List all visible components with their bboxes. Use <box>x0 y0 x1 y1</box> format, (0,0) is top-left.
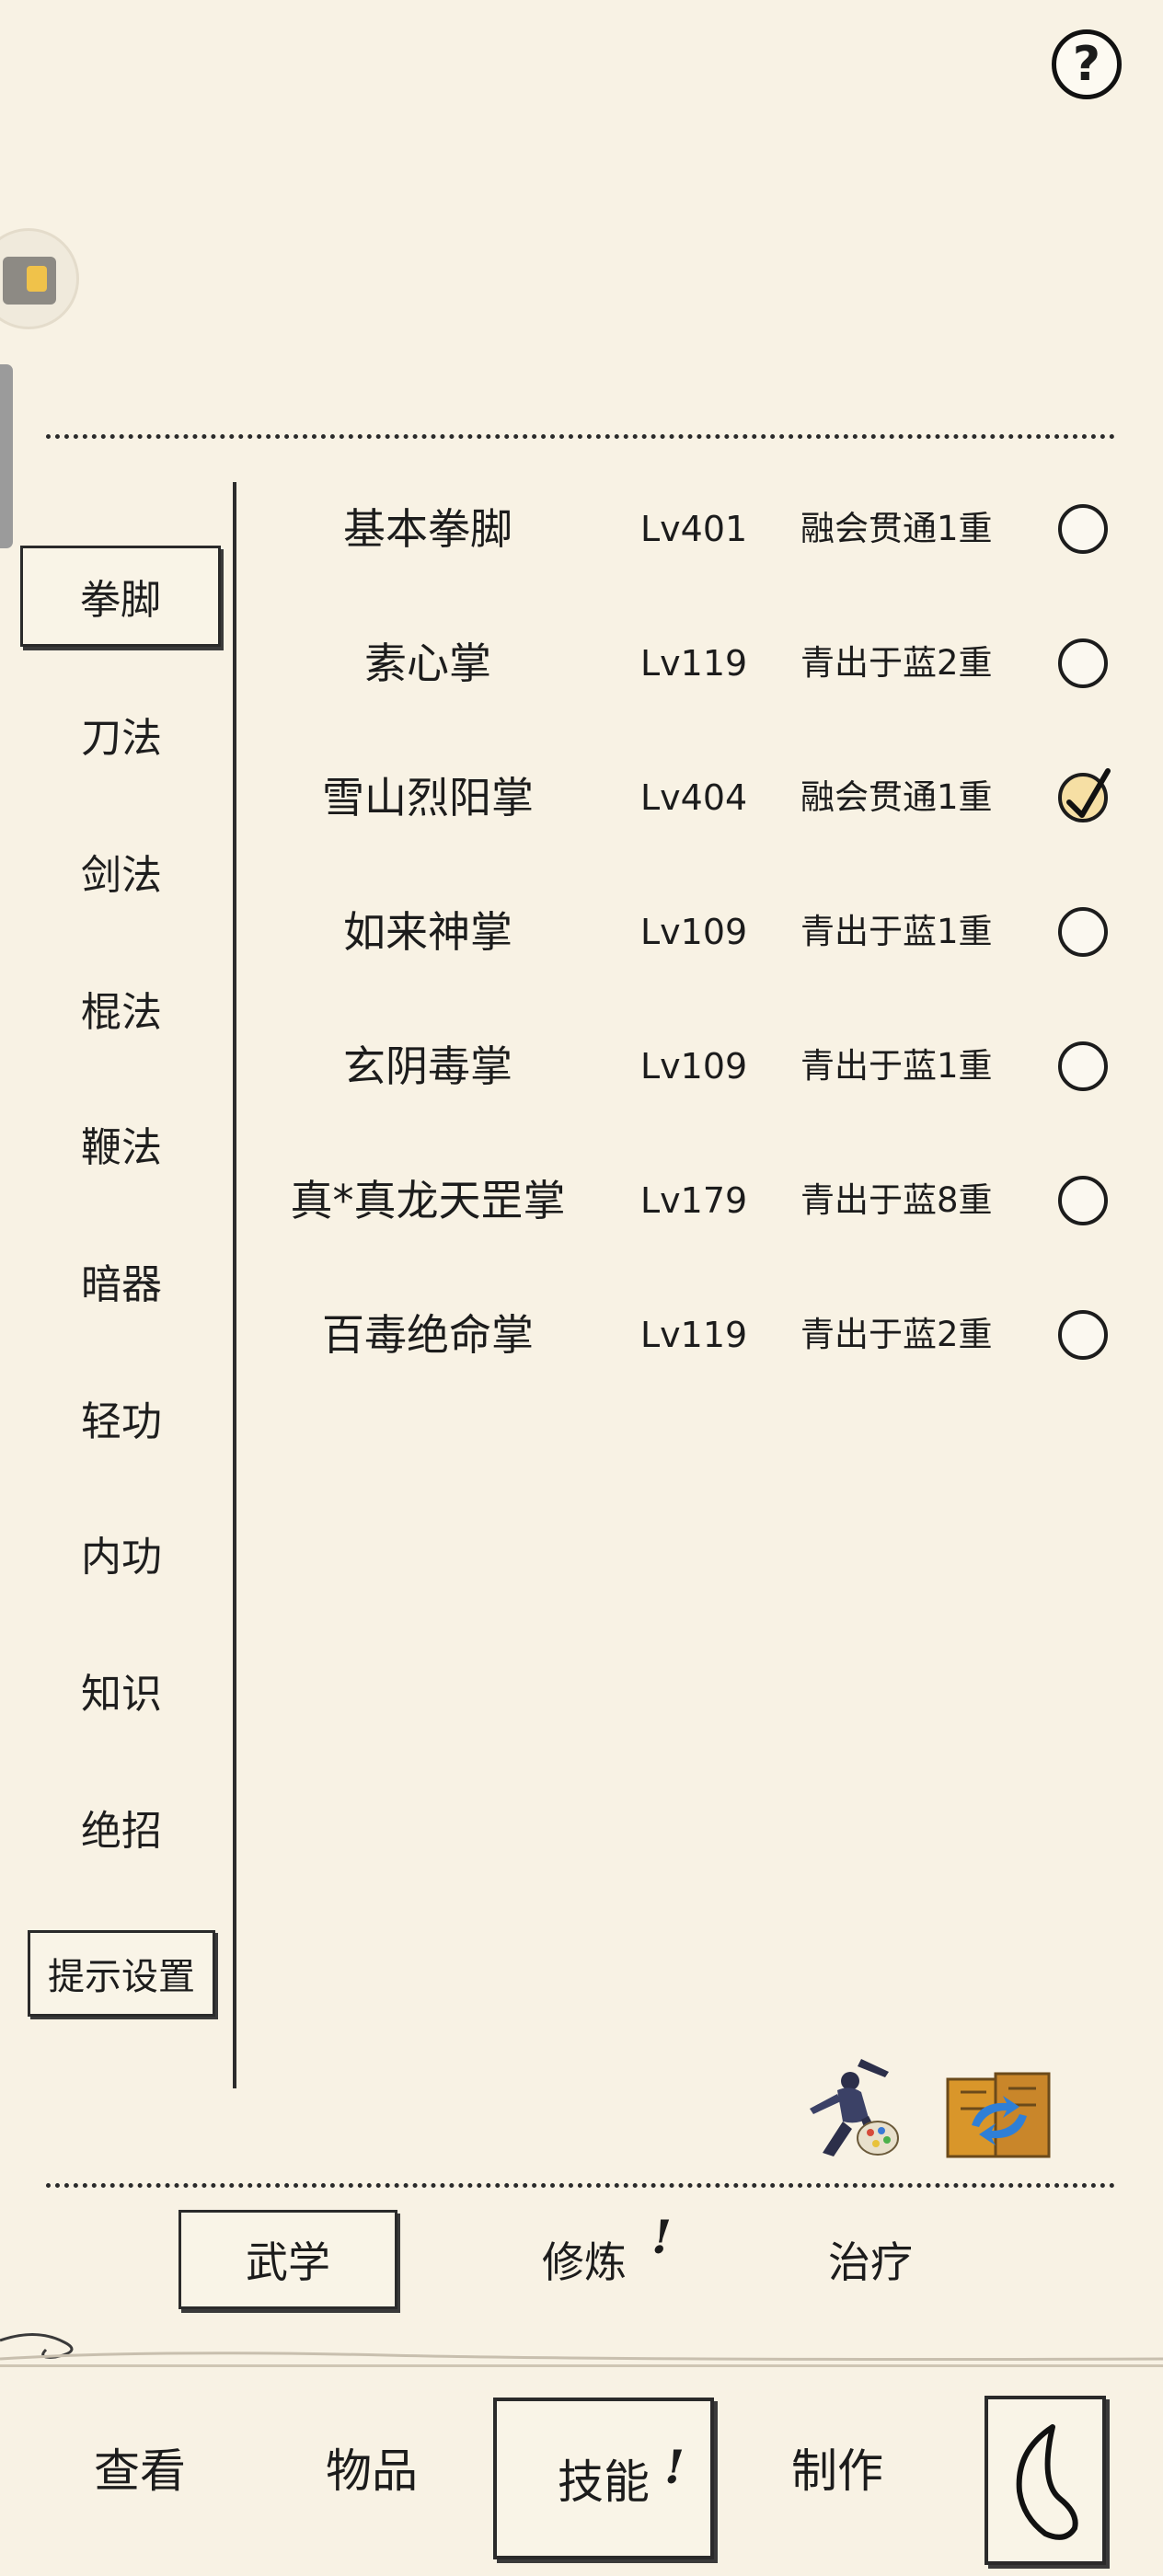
category-bianfa[interactable]: 鞭法 <box>20 1092 223 1195</box>
category-divider <box>233 482 236 2088</box>
category-label: 剑法 <box>81 852 162 899</box>
skill-name: 真*真龙天罡掌 <box>290 1176 566 1225</box>
skill-select-radio[interactable] <box>1058 907 1108 957</box>
subtab-zhiliao[interactable]: 治疗 <box>778 2210 962 2309</box>
category-label: 内功 <box>81 1534 162 1581</box>
exchange-books-icon[interactable] <box>942 2064 1056 2168</box>
skill-name: 基本拳脚 <box>343 504 512 554</box>
skill-level: Lv119 <box>640 643 748 684</box>
skill-level: Lv179 <box>640 1180 748 1221</box>
skill-rank: 融会贯通1重 <box>800 777 993 817</box>
help-button[interactable]: ? <box>1052 29 1122 99</box>
back-button[interactable] <box>985 2396 1106 2565</box>
nav-label: 物品 <box>326 2444 418 2498</box>
nav-label: 技能 <box>558 2455 650 2509</box>
category-qinggong[interactable]: 轻功 <box>20 1366 223 1469</box>
category-daofa[interactable]: 刀法 <box>20 683 223 786</box>
subtab-label: 修炼 <box>542 2237 627 2287</box>
bottom-divider <box>46 2183 1115 2188</box>
skill-select-radio[interactable] <box>1058 638 1108 688</box>
skill-name: 雪山烈阳掌 <box>322 773 534 822</box>
skill-row[interactable]: 百毒绝命掌 Lv119 青出于蓝2重 <box>248 1268 1132 1402</box>
category-label: 轻功 <box>81 1398 162 1445</box>
skill-row[interactable]: 真*真龙天罡掌 Lv179 青出于蓝8重 <box>248 1133 1132 1268</box>
skill-level: Lv109 <box>640 912 748 952</box>
side-drawer-handle[interactable] <box>0 364 13 548</box>
skill-rank: 青出于蓝1重 <box>800 1046 993 1086</box>
nav-label: 查看 <box>94 2444 186 2498</box>
skill-level: Lv119 <box>640 1315 748 1355</box>
category-juezhao[interactable]: 绝招 <box>20 1776 223 1879</box>
category-label: 知识 <box>81 1671 162 1718</box>
skill-select-radio[interactable] <box>1058 504 1108 554</box>
category-label: 绝招 <box>81 1808 162 1855</box>
skill-select-radio[interactable] <box>1058 1041 1108 1091</box>
category-gunfa[interactable]: 棍法 <box>20 957 223 1060</box>
skill-name: 如来神掌 <box>343 907 512 957</box>
category-label: 刀法 <box>81 715 162 762</box>
skill-rank: 青出于蓝2重 <box>800 1315 993 1354</box>
alert-badge: ! <box>664 2440 685 2494</box>
skill-level: Lv109 <box>640 1046 748 1087</box>
skill-row[interactable]: 玄阴毒掌 Lv109 青出于蓝1重 <box>248 999 1132 1133</box>
subtab-xiulian[interactable]: 修炼 ! <box>488 2210 681 2309</box>
question-mark-icon: ? <box>1072 37 1101 92</box>
skill-name: 素心掌 <box>364 638 491 688</box>
subtab-label: 武学 <box>246 2237 330 2287</box>
skill-row[interactable]: 雪山烈阳掌 Lv404 融会贯通1重 <box>248 730 1132 865</box>
back-arrow-icon <box>1016 2424 1078 2540</box>
category-neigong[interactable]: 内功 <box>20 1501 223 1604</box>
martial-art-skin-icon[interactable] <box>797 2053 907 2166</box>
skill-name: 玄阴毒掌 <box>343 1041 512 1091</box>
skill-row[interactable]: 如来神掌 Lv109 青出于蓝1重 <box>248 865 1132 999</box>
skill-level: Lv401 <box>640 509 748 549</box>
category-anqi[interactable]: 暗器 <box>20 1229 223 1332</box>
category-label: 鞭法 <box>81 1124 162 1171</box>
checkmark-icon <box>1066 768 1111 818</box>
brush-stroke-divider <box>0 2332 1163 2361</box>
alert-badge: ! <box>651 2210 672 2264</box>
skill-rank: 青出于蓝8重 <box>800 1180 993 1220</box>
skill-select-radio-checked[interactable] <box>1058 768 1111 822</box>
skill-rank: 青出于蓝2重 <box>800 643 993 683</box>
skill-level: Lv404 <box>640 777 748 818</box>
nav-zhizuo[interactable]: 制作 <box>754 2412 920 2523</box>
top-divider <box>46 434 1115 439</box>
nav-wupin[interactable]: 物品 <box>289 2412 455 2523</box>
skill-name: 百毒绝命掌 <box>322 1310 534 1360</box>
bottom-nav-top-edge <box>0 2364 1163 2367</box>
skill-row[interactable]: 素心掌 Lv119 青出于蓝2重 <box>248 596 1132 730</box>
category-label: 棍法 <box>81 989 162 1036</box>
category-label: 拳脚 <box>80 577 161 624</box>
category-quanjiao[interactable]: 拳脚 <box>20 546 221 647</box>
nav-label: 制作 <box>791 2444 883 2498</box>
subtab-label: 治疗 <box>828 2237 913 2287</box>
hint-settings-label: 提示设置 <box>48 1956 195 1998</box>
skill-rank: 青出于蓝1重 <box>800 912 993 951</box>
avatar[interactable] <box>0 228 79 329</box>
category-zhishi[interactable]: 知识 <box>20 1639 223 1742</box>
nav-jineng[interactable]: 技能 ! <box>493 2398 714 2559</box>
skill-row[interactable]: 基本拳脚 Lv401 融会贯通1重 <box>248 462 1132 596</box>
hint-settings-button[interactable]: 提示设置 <box>28 1930 215 2017</box>
skill-rank: 融会贯通1重 <box>800 509 993 548</box>
subtab-wuxue[interactable]: 武学 <box>178 2210 397 2309</box>
category-label: 暗器 <box>81 1261 162 1308</box>
category-jianfa[interactable]: 剑法 <box>20 820 223 923</box>
skill-select-radio[interactable] <box>1058 1310 1108 1360</box>
skill-select-radio[interactable] <box>1058 1176 1108 1225</box>
nav-chakan[interactable]: 查看 <box>57 2412 223 2523</box>
